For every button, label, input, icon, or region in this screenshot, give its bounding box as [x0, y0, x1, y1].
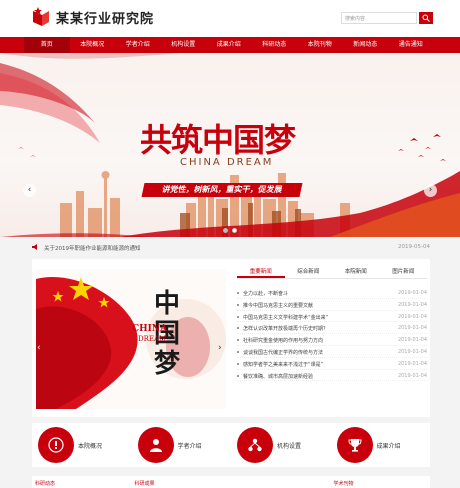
news-title[interactable]: 谈谈我国古代编正学界的传统与方法	[243, 349, 323, 356]
feature-label: 成果介绍	[376, 443, 401, 450]
section-heading	[231, 476, 331, 488]
banner-slogan: 讲党性，树新风，重实干，促发展	[141, 183, 303, 197]
banner-subtitle: CHINA DREAM	[180, 157, 274, 168]
news-date: 2019-01-04	[397, 360, 427, 367]
slide-prev-arrow[interactable]: ‹	[37, 343, 41, 353]
news-title[interactable]: 怎样认识改革开放极端再个历史时期？	[243, 325, 328, 332]
section-heading: 科研动态	[35, 481, 56, 487]
feature-link[interactable]: 学者介绍	[132, 423, 232, 467]
section-heading: 科研成果	[134, 481, 155, 487]
news-date: 2019-01-04	[397, 301, 427, 308]
nav-item-6[interactable]: 本院刊物	[297, 37, 343, 53]
nav-item-0[interactable]: 首页	[24, 37, 70, 53]
news-tab-2[interactable]: 本院新闻	[332, 267, 380, 278]
news-tabs: 重要新闻 综合新闻 本院新闻 图片新闻	[237, 267, 427, 279]
trophy-icon	[336, 427, 373, 463]
news-tab-0[interactable]: 重要新闻	[237, 267, 285, 278]
slide-chinese-text: 中国梦	[154, 289, 181, 379]
speaker-icon	[32, 244, 37, 250]
slide-dream-text: DREAM	[138, 335, 167, 343]
site-logo[interactable]: 某某行业研究院	[32, 7, 154, 27]
feature-links: 本院概况 学者介绍 机构设置 成果介绍	[32, 423, 430, 467]
building-icon	[38, 427, 74, 463]
banner-title: 共筑中国梦	[140, 121, 296, 159]
feature-link[interactable]: 成果介绍	[331, 423, 431, 467]
news-item[interactable]: 推今中国马克思主义的重要文献 2019-01-04	[237, 299, 427, 311]
bullet-icon	[237, 303, 239, 306]
banner-dot-2[interactable]	[232, 228, 237, 233]
bullet-icon	[237, 315, 239, 318]
notice-text[interactable]: 关于2019年职能作业能源和能源的通知	[44, 244, 141, 252]
logo-icon	[32, 7, 50, 27]
news-title[interactable]: 中国马克思主义文学科建学术“金出来”	[243, 314, 328, 321]
person-icon	[137, 427, 174, 463]
news-title[interactable]: 感知学者学之美来来不浅过于“课是”	[243, 361, 323, 368]
news-list: 全力以赴，不断奋斗 2019-01-04 推今中国马克思主义的重要文献 2019-01…	[237, 287, 427, 382]
news-item[interactable]: 谈谈我国古代编正学界的传统与方法 2019-01-04	[237, 346, 427, 358]
banner-next-arrow[interactable]: ›	[424, 184, 437, 197]
news-panel: 中国梦 CHINA DREAM ‹ › 重要新闻 综合新闻 本院新闻 图片新闻 全力以…	[32, 259, 430, 417]
news-date: 2019-01-04	[397, 372, 427, 379]
org-icon	[237, 427, 273, 463]
bullet-icon	[237, 362, 239, 365]
feature-label: 本院概况	[78, 443, 103, 450]
banner-dot-1[interactable]	[223, 228, 228, 233]
site-name: 某某行业研究院	[56, 11, 155, 27]
feature-link[interactable]: 本院概况	[32, 423, 132, 467]
nav-item-4[interactable]: 成果介绍	[206, 37, 252, 53]
search-icon	[422, 14, 430, 22]
news-date: 2019-01-04	[397, 313, 427, 320]
nav-item-7[interactable]: 新闻动态	[343, 37, 389, 53]
news-date: 2019-01-04	[397, 337, 427, 344]
search-input[interactable]: 搜索内容	[341, 12, 417, 24]
nav-item-3[interactable]: 机构设置	[161, 37, 207, 53]
banner-prev-arrow[interactable]: ‹	[23, 184, 36, 197]
main-nav: 首页 本院概况 学者介绍 机构设置 成果介绍 科研动态 本院刊物 新闻动态 通告通知	[0, 37, 460, 53]
news-title[interactable]: 社科研究重金使用的作用与努力方向	[243, 337, 323, 344]
news-item[interactable]: 餐饮准确、城市高层加速新经验 2019-01-04	[237, 370, 427, 382]
header: 某某行业研究院 搜索内容	[0, 0, 460, 37]
nav-item-1[interactable]: 本院概况	[70, 37, 116, 53]
news-item[interactable]: 感知学者学之美来来不浅过于“课是” 2019-01-04	[237, 358, 427, 370]
section-heading: 学术刊物	[333, 481, 354, 487]
bullet-icon	[237, 292, 239, 294]
feature-label: 学者介绍	[177, 443, 202, 450]
bottom-section: 科研动态 科研成果 学术刊物	[32, 476, 430, 488]
bullet-icon	[237, 339, 239, 342]
slide-artwork	[36, 277, 226, 409]
slide-china-text: CHINA	[132, 324, 168, 334]
notice-bar: 关于2019年职能作业能源和能源的通知 2019-05-04	[32, 240, 430, 255]
bullet-icon	[237, 350, 239, 353]
news-date: 2019-01-04	[397, 290, 427, 296]
news-item[interactable]: 中国马克思主义文学科建学术“金出来” 2019-01-04	[237, 311, 427, 323]
feature-link[interactable]: 机构设置	[231, 423, 331, 467]
nav-item-5[interactable]: 科研动态	[252, 37, 298, 53]
news-item[interactable]: 怎样认识改革开放极端再个历史时期？ 2019-01-04	[237, 322, 427, 335]
news-title[interactable]: 推今中国马克思主义的重要文献	[243, 302, 313, 309]
news-tab-3[interactable]: 图片新闻	[380, 267, 428, 278]
bullet-icon	[237, 374, 239, 377]
notice-date: 2019-05-04	[398, 244, 430, 250]
news-date: 2019-01-04	[397, 325, 427, 332]
hero-banner: 共筑中国梦 CHINA DREAM 讲党性，树新风，重实干，促发展 ‹ ›	[0, 53, 460, 237]
feature-label: 机构设置	[277, 443, 302, 450]
news-slideshow[interactable]: 中国梦 CHINA DREAM ‹ ›	[36, 269, 226, 409]
bullet-icon	[237, 327, 239, 330]
nav-item-2[interactable]: 学者介绍	[115, 37, 161, 53]
news-title[interactable]: 全力以赴，不断奋斗	[243, 290, 288, 297]
news-date: 2019-01-04	[397, 348, 427, 355]
news-title[interactable]: 餐饮准确、城市高层加速新经验	[243, 373, 313, 380]
news-item[interactable]: 社科研究重金使用的作用与努力方向 2019-01-04	[237, 334, 427, 346]
nav-item-8[interactable]: 通告通知	[388, 37, 434, 53]
search-button[interactable]	[419, 12, 433, 24]
news-item[interactable]: 全力以赴，不断奋斗 2019-01-04	[237, 287, 427, 299]
news-tab-1[interactable]: 综合新闻	[285, 267, 333, 278]
slide-next-arrow[interactable]: ›	[218, 343, 222, 353]
